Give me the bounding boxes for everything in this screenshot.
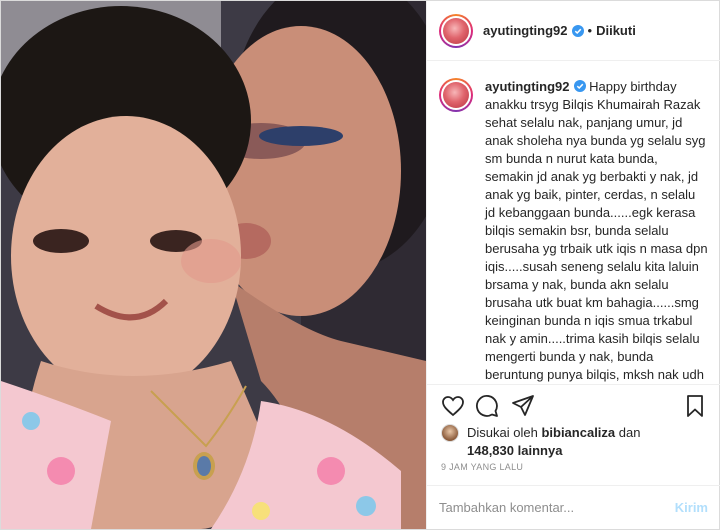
verified-badge-icon: [571, 24, 584, 37]
author-avatar[interactable]: [439, 13, 473, 48]
bookmark-icon[interactable]: [683, 394, 707, 418]
caption-area: ayutingting92 Happy birthday anakku trsy…: [427, 62, 720, 384]
post-photo[interactable]: [1, 1, 426, 529]
heart-icon[interactable]: [441, 394, 465, 418]
share-icon[interactable]: [511, 394, 535, 418]
post-comment-button[interactable]: Kirim: [675, 500, 708, 515]
separator-dot: •: [587, 23, 593, 38]
photo-illustration: [1, 1, 426, 529]
follow-button[interactable]: Diikuti: [596, 23, 636, 38]
verified-badge-icon: [573, 80, 586, 92]
comment-input[interactable]: [439, 500, 675, 515]
caption-text: ayutingting92 Happy birthday anakku trsy…: [485, 78, 708, 384]
comment-icon[interactable]: [475, 394, 499, 418]
comment-bar: Kirim: [427, 485, 720, 529]
caption-body: Happy birthday anakku trsyg Bilqis Khuma…: [485, 79, 708, 382]
action-bar: [427, 384, 720, 424]
likes-prefix: Disukai oleh: [467, 425, 538, 440]
likes-count[interactable]: 148,830: [467, 443, 514, 458]
post-timestamp[interactable]: 9 JAM YANG LALU: [441, 462, 523, 472]
likes-suffix[interactable]: lainnya: [518, 443, 563, 458]
likes-conj: dan: [618, 425, 641, 440]
liker-avatar[interactable]: [441, 424, 459, 442]
post-side-panel: ayutingting92 • Diikuti ayutingting92 Ha…: [426, 1, 720, 529]
caption-avatar[interactable]: [439, 78, 473, 112]
post-header: ayutingting92 • Diikuti: [427, 1, 720, 61]
author-username[interactable]: ayutingting92: [483, 23, 568, 38]
liker-username[interactable]: bibiancaliza: [541, 425, 615, 440]
caption-username[interactable]: ayutingting92: [485, 79, 570, 94]
